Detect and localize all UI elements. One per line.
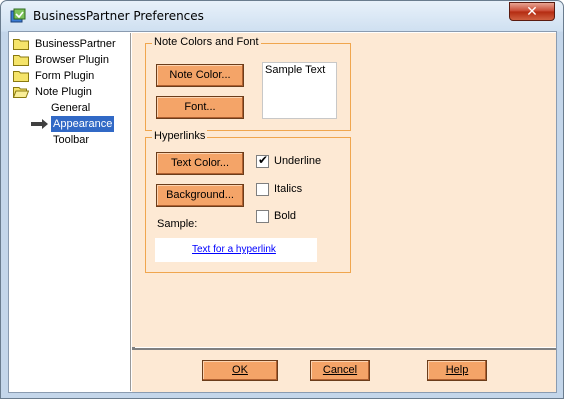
bold-label[interactable]: Bold: [274, 210, 296, 222]
close-button[interactable]: ✕: [509, 2, 555, 21]
sample-label: Sample:: [157, 218, 198, 230]
folder-open-icon: [13, 87, 29, 98]
tree-item-label: Form Plugin: [35, 70, 95, 82]
folder-icon: [13, 55, 29, 66]
arrow-right-icon: [31, 119, 48, 129]
preferences-window: BusinessPartner Preferences ✕ BusinessPa…: [0, 0, 564, 399]
help-button[interactable]: Help: [427, 360, 487, 381]
preferences-tree[interactable]: BusinessPartner Browser Plugin Form Plug…: [10, 33, 131, 391]
background-button[interactable]: Background...: [156, 184, 244, 207]
cancel-button[interactable]: Cancel: [310, 360, 370, 381]
group-title: Note Colors and Font: [152, 36, 261, 48]
appearance-panel: Note Colors and Font Note Color... Font.…: [132, 33, 556, 347]
ok-button[interactable]: OK: [202, 360, 278, 381]
title-bar[interactable]: BusinessPartner Preferences ✕: [1, 1, 563, 31]
bold-checkbox[interactable]: [256, 210, 269, 223]
tree-item-label: Toolbar: [53, 134, 90, 146]
close-icon: ✕: [526, 3, 538, 19]
text-color-button[interactable]: Text Color...: [156, 152, 244, 175]
hyperlinks-group: Hyperlinks Text Color... Background... ✔…: [145, 130, 351, 273]
folder-icon: [13, 71, 29, 82]
note-sample-box: Sample Text: [262, 62, 337, 119]
folder-icon: [13, 39, 29, 50]
tree-item-label: Note Plugin: [35, 86, 92, 98]
dialog-footer: OK Cancel Help: [132, 348, 556, 392]
hyperlink-sample: Text for a hyperlink: [192, 244, 276, 255]
italics-checkbox[interactable]: [256, 183, 269, 196]
tree-item-label: BusinessPartner: [35, 38, 116, 50]
tree-item-label: General: [51, 102, 91, 114]
hyperlink-sample-box: Text for a hyperlink: [155, 238, 317, 262]
dialog-client-area: BusinessPartner Browser Plugin Form Plug…: [8, 31, 557, 393]
italics-label[interactable]: Italics: [274, 183, 302, 195]
check-icon: ✔: [258, 153, 269, 167]
font-button[interactable]: Font...: [156, 96, 244, 119]
note-colors-group: Note Colors and Font Note Color... Font.…: [145, 36, 351, 131]
note-color-button[interactable]: Note Color...: [156, 64, 244, 87]
group-title: Hyperlinks: [152, 130, 208, 142]
window-title: BusinessPartner Preferences: [33, 9, 204, 23]
tree-item-label: Appearance: [51, 116, 115, 132]
underline-checkbox[interactable]: ✔: [256, 153, 269, 168]
underline-label[interactable]: Underline: [274, 155, 321, 167]
tree-item-label: Browser Plugin: [35, 54, 109, 66]
sample-text: Sample Text: [265, 64, 326, 76]
app-icon: [10, 8, 26, 23]
